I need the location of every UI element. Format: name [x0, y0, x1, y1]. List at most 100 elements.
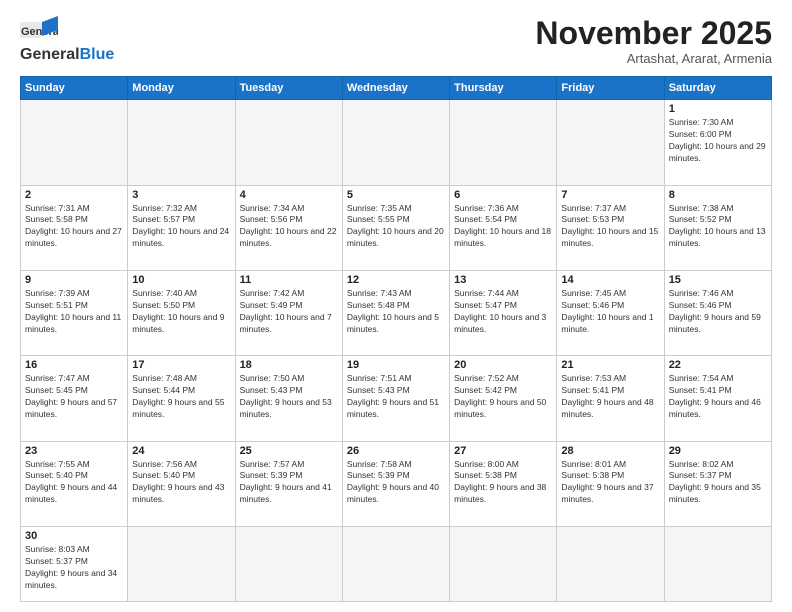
day-info: Sunrise: 7:43 AMSunset: 5:48 PMDaylight:… [347, 288, 445, 336]
day-number: 12 [347, 274, 445, 286]
day-info: Sunrise: 7:44 AMSunset: 5:47 PMDaylight:… [454, 288, 552, 336]
week-row-4: 16Sunrise: 7:47 AMSunset: 5:45 PMDayligh… [21, 356, 772, 441]
day-number: 26 [347, 445, 445, 457]
weekday-monday: Monday [128, 77, 235, 100]
calendar-cell: 9 Sunrise: 7:39 AMSunset: 5:51 PMDaylight… [21, 270, 128, 355]
calendar-cell: 4Sunrise: 7:34 AMSunset: 5:56 PMDaylight… [235, 185, 342, 270]
day-info: Sunrise: 7:38 AMSunset: 5:52 PMDaylight:… [669, 203, 767, 251]
weekday-saturday: Saturday [664, 77, 771, 100]
day-number: 19 [347, 359, 445, 371]
calendar-cell: 22 Sunrise: 7:54 AMSunset: 5:41 PMDayligh… [664, 356, 771, 441]
calendar-cell [235, 100, 342, 185]
calendar-cell [21, 100, 128, 185]
day-number: 20 [454, 359, 552, 371]
day-number: 1 [669, 103, 767, 115]
calendar-cell: 21 Sunrise: 7:53 AMSunset: 5:41 PMDayligh… [557, 356, 664, 441]
day-number: 9 [25, 274, 123, 286]
calendar-cell: 11 Sunrise: 7:42 AMSunset: 5:49 PMDayligh… [235, 270, 342, 355]
day-info: Sunrise: 7:31 AMSunset: 5:58 PMDaylight:… [25, 203, 123, 251]
weekday-header-row: SundayMondayTuesdayWednesdayThursdayFrid… [21, 77, 772, 100]
calendar-cell: 3 Sunrise: 7:32 AMSunset: 5:57 PMDaylight… [128, 185, 235, 270]
day-info: Sunrise: 7:51 AMSunset: 5:43 PMDaylight:… [347, 373, 445, 421]
calendar-cell: 5Sunrise: 7:35 AMSunset: 5:55 PMDaylight… [342, 185, 449, 270]
day-number: 29 [669, 445, 767, 457]
day-info: Sunrise: 7:35 AMSunset: 5:55 PMDaylight:… [347, 203, 445, 251]
calendar: SundayMondayTuesdayWednesdayThursdayFrid… [20, 76, 772, 602]
calendar-cell: 26 Sunrise: 7:58 AMSunset: 5:39 PMDayligh… [342, 441, 449, 526]
calendar-cell: 17Sunrise: 7:48 AMSunset: 5:44 PMDayligh… [128, 356, 235, 441]
weekday-tuesday: Tuesday [235, 77, 342, 100]
day-number: 21 [561, 359, 659, 371]
calendar-cell: 30 Sunrise: 8:03 AMSunset: 5:37 PMDayligh… [21, 526, 128, 601]
day-number: 14 [561, 274, 659, 286]
calendar-cell [664, 526, 771, 601]
calendar-cell [557, 100, 664, 185]
calendar-cell: 10Sunrise: 7:40 AMSunset: 5:50 PMDayligh… [128, 270, 235, 355]
day-info: Sunrise: 7:32 AMSunset: 5:57 PMDaylight:… [132, 203, 230, 251]
day-number: 22 [669, 359, 767, 371]
calendar-cell: 7 Sunrise: 7:37 AMSunset: 5:53 PMDaylight… [557, 185, 664, 270]
calendar-cell: 2 Sunrise: 7:31 AMSunset: 5:58 PMDaylight… [21, 185, 128, 270]
calendar-cell: 27 Sunrise: 8:00 AMSunset: 5:38 PMDayligh… [450, 441, 557, 526]
day-info: Sunrise: 8:03 AMSunset: 5:37 PMDaylight:… [25, 544, 123, 592]
calendar-cell [557, 526, 664, 601]
day-info: Sunrise: 7:45 AMSunset: 5:46 PMDaylight:… [561, 288, 659, 336]
weekday-sunday: Sunday [21, 77, 128, 100]
week-row-3: 9 Sunrise: 7:39 AMSunset: 5:51 PMDaylight… [21, 270, 772, 355]
day-info: Sunrise: 7:58 AMSunset: 5:39 PMDaylight:… [347, 459, 445, 507]
calendar-cell: 24Sunrise: 7:56 AMSunset: 5:40 PMDayligh… [128, 441, 235, 526]
day-info: Sunrise: 8:00 AMSunset: 5:38 PMDaylight:… [454, 459, 552, 507]
calendar-cell [128, 100, 235, 185]
day-info: Sunrise: 7:53 AMSunset: 5:41 PMDaylight:… [561, 373, 659, 421]
calendar-cell [235, 526, 342, 601]
day-info: Sunrise: 7:48 AMSunset: 5:44 PMDaylight:… [132, 373, 230, 421]
calendar-cell [342, 526, 449, 601]
day-info: Sunrise: 7:46 AMSunset: 5:46 PMDaylight:… [669, 288, 767, 336]
day-number: 4 [240, 189, 338, 201]
title-section: November 2025 Artashat, Ararat, Armenia [535, 16, 772, 66]
day-info: Sunrise: 7:57 AMSunset: 5:39 PMDaylight:… [240, 459, 338, 507]
day-number: 23 [25, 445, 123, 457]
calendar-cell [128, 526, 235, 601]
day-number: 3 [132, 189, 230, 201]
day-number: 25 [240, 445, 338, 457]
calendar-cell: 29Sunrise: 8:02 AMSunset: 5:37 PMDayligh… [664, 441, 771, 526]
day-number: 13 [454, 274, 552, 286]
calendar-cell: 1Sunrise: 7:30 AMSunset: 6:00 PMDaylight… [664, 100, 771, 185]
day-number: 30 [25, 530, 123, 542]
week-row-1: 1Sunrise: 7:30 AMSunset: 6:00 PMDaylight… [21, 100, 772, 185]
day-info: Sunrise: 7:50 AMSunset: 5:43 PMDaylight:… [240, 373, 338, 421]
day-number: 2 [25, 189, 123, 201]
day-info: Sunrise: 8:01 AMSunset: 5:38 PMDaylight:… [561, 459, 659, 507]
calendar-cell: 16Sunrise: 7:47 AMSunset: 5:45 PMDayligh… [21, 356, 128, 441]
day-info: Sunrise: 7:54 AMSunset: 5:41 PMDaylight:… [669, 373, 767, 421]
calendar-cell: 6 Sunrise: 7:36 AMSunset: 5:54 PMDaylight… [450, 185, 557, 270]
day-number: 11 [240, 274, 338, 286]
day-number: 16 [25, 359, 123, 371]
day-number: 18 [240, 359, 338, 371]
weekday-wednesday: Wednesday [342, 77, 449, 100]
calendar-cell: 20Sunrise: 7:52 AMSunset: 5:42 PMDayligh… [450, 356, 557, 441]
day-number: 6 [454, 189, 552, 201]
calendar-cell: 12 Sunrise: 7:43 AMSunset: 5:48 PMDayligh… [342, 270, 449, 355]
logo-general: General [20, 46, 80, 64]
day-number: 15 [669, 274, 767, 286]
calendar-cell: 23 Sunrise: 7:55 AMSunset: 5:40 PMDayligh… [21, 441, 128, 526]
location-subtitle: Artashat, Ararat, Armenia [535, 51, 772, 66]
day-info: Sunrise: 7:55 AMSunset: 5:40 PMDaylight:… [25, 459, 123, 507]
header: General General Blue November 2025 Artas… [20, 16, 772, 66]
day-info: Sunrise: 7:56 AMSunset: 5:40 PMDaylight:… [132, 459, 230, 507]
day-number: 27 [454, 445, 552, 457]
day-info: Sunrise: 7:40 AMSunset: 5:50 PMDaylight:… [132, 288, 230, 336]
day-number: 28 [561, 445, 659, 457]
day-info: Sunrise: 7:39 AMSunset: 5:51 PMDaylight:… [25, 288, 123, 336]
calendar-cell: 13 Sunrise: 7:44 AMSunset: 5:47 PMDayligh… [450, 270, 557, 355]
day-number: 7 [561, 189, 659, 201]
day-info: Sunrise: 7:36 AMSunset: 5:54 PMDaylight:… [454, 203, 552, 251]
week-row-2: 2 Sunrise: 7:31 AMSunset: 5:58 PMDaylight… [21, 185, 772, 270]
day-info: Sunrise: 7:37 AMSunset: 5:53 PMDaylight:… [561, 203, 659, 251]
calendar-cell [342, 100, 449, 185]
day-info: Sunrise: 7:42 AMSunset: 5:49 PMDaylight:… [240, 288, 338, 336]
weekday-friday: Friday [557, 77, 664, 100]
calendar-cell: 19 Sunrise: 7:51 AMSunset: 5:43 PMDayligh… [342, 356, 449, 441]
